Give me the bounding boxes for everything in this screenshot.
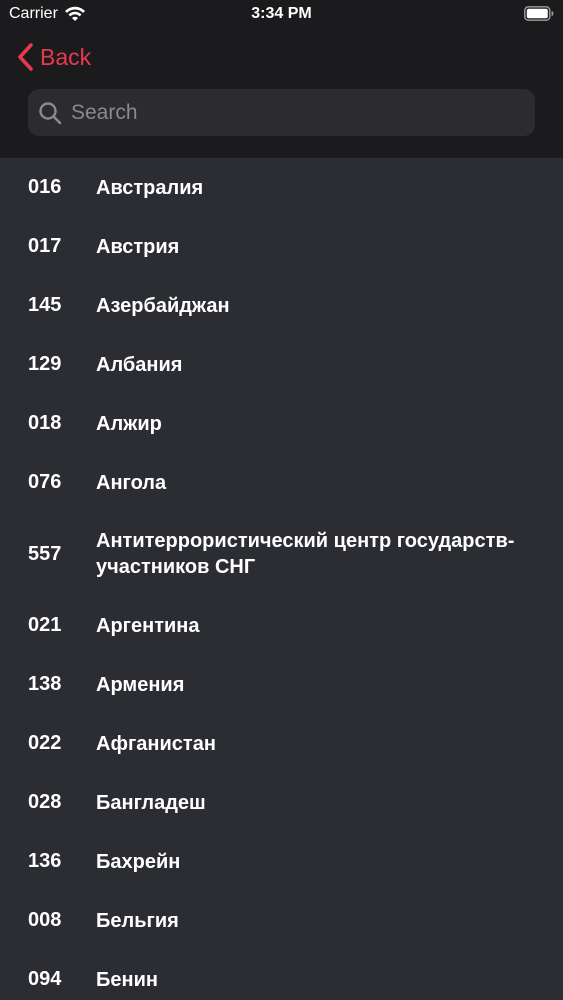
item-name: Австралия [96,176,204,199]
item-name: Алжир [96,412,162,435]
list-item[interactable]: 138 Армения [0,655,563,714]
list-item[interactable]: 557 Антитеррористический центр государств… [0,512,563,596]
item-code: 028 [28,791,62,813]
item-code: 008 [28,909,62,931]
item-name: Албания [96,353,183,376]
list-item[interactable]: 018 Алжир [0,394,563,453]
item-code: 145 [28,294,62,316]
item-name: Бельгия [96,909,179,932]
item-name: Ангола [96,471,167,494]
organization-list: 016 Австралия 017 Австрия 145 Азербайджан 129 А… [0,158,563,1000]
screen: Carrier 3:34 PM Back Search 016 Австрали… [0,0,563,1000]
list-item[interactable]: 028 Бангладеш [0,773,563,832]
item-code: 076 [28,471,62,493]
item-name: Армения [96,673,185,696]
list-item[interactable]: 076 Ангола [0,453,563,512]
list-item[interactable]: 016 Австралия [0,158,563,217]
back-label: Back [40,43,92,70]
search-input[interactable] [69,99,535,126]
item-code: 017 [28,235,62,257]
list-item[interactable]: 021 Аргентина [0,596,563,655]
list-item[interactable]: 022 Афганистан [0,714,563,773]
item-name: Бангладеш [96,791,206,814]
item-name: Аргентина [96,614,200,637]
item-name: Азербайджан [96,294,230,317]
battery-icon [524,6,554,21]
item-code: 138 [28,673,62,695]
item-code: 016 [28,176,62,198]
list-item[interactable]: 008 Бельгия [0,891,563,950]
item-name: Бенин [96,968,158,991]
back-button[interactable]: Back [16,40,91,74]
item-name: Антитеррористический центр государств-уч… [96,530,515,578]
status-time: 3:34 PM [251,5,312,22]
search-icon [39,101,62,124]
item-code: 557 [28,542,62,565]
item-code: 022 [28,732,62,754]
chevron-left-icon [18,43,33,71]
list-item[interactable]: 129 Албания [0,335,563,394]
navigation-header: Carrier 3:34 PM Back [0,0,563,158]
status-bar: Carrier 3:34 PM [0,0,563,30]
list-item[interactable]: 145 Азербайджан [0,276,563,335]
item-code: 136 [28,850,62,872]
item-code: 094 [28,968,62,990]
item-name: Бахрейн [96,850,181,873]
item-code: 018 [28,412,62,434]
item-name: Афганистан [96,732,216,755]
item-code: 129 [28,353,62,375]
item-code: 021 [28,614,62,636]
list-item[interactable]: 136 Бахрейн [0,832,563,891]
item-name: Австрия [96,235,180,258]
list-item[interactable]: 094 Бенин [0,950,563,1000]
search-bar[interactable] [28,89,535,136]
list-item[interactable]: 017 Австрия [0,217,563,276]
